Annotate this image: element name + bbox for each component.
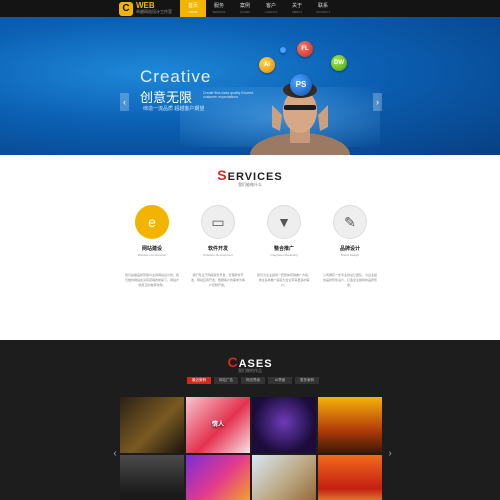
nav-item-about[interactable]: 关于 ABOUT [284, 0, 310, 17]
case-thumbnail[interactable]: 情人 [186, 397, 250, 453]
cases-grid: 情人 [120, 397, 384, 500]
service-item[interactable]: ✎ 品牌设计 Brand Design 公司拥有一支专业的设计团队，为企业提供品牌形象… [322, 205, 377, 288]
banner-prev-arrow-icon[interactable]: ‹ [120, 93, 129, 111]
nav-item-english: CASES [239, 9, 251, 14]
main-nav: 首页 HOME 服务 SERVICE 案例 CASES 客户 CLIENTS 关于 ABOUT 联系… [180, 0, 336, 17]
service-description: 我们为企业提供一套整体营销推广方案，通过多种推广渠道为企业带来更多的客户。 [256, 273, 311, 287]
cases-tab[interactable]: 网页界面 [241, 377, 265, 384]
cases-next-arrow-icon[interactable]: › [387, 448, 393, 460]
services-list: e 网站建设 Website Construction 我们是做品牌营销为主的网站设计… [124, 205, 377, 288]
services-section: SERVICES 我们能做什么 e 网站建设 Website Constructio… [0, 155, 500, 340]
nav-item-english: SERVICE [212, 9, 226, 14]
photoshop-bubble-icon: PS [290, 74, 312, 96]
logo-subtitle: 卓越网站设计工作室 [136, 8, 172, 14]
service-item[interactable]: ▼ 整合推广 Integrated Marketing 我们为企业提供一套整体营销推广… [256, 205, 311, 288]
nav-item-english: CONTACT [315, 9, 331, 14]
service-english-name: Integrated Marketing [270, 253, 298, 257]
nav-item-contact[interactable]: 联系 CONTACT [310, 0, 336, 17]
services-title: SERVICES [217, 167, 283, 183]
service-name: 整合推广 [273, 246, 294, 252]
dreamweaver-bubble-icon: DW [331, 55, 347, 71]
site-logo[interactable]: C WEB 卓越网站设计工作室 [119, 1, 172, 16]
ie-icon: e [135, 205, 169, 239]
nav-item-english: CLIENTS [264, 9, 278, 14]
nav-item-english: HOME [188, 9, 198, 14]
nav-item-english: ABOUT [291, 9, 303, 14]
nav-item-service[interactable]: 服务 SERVICE [206, 0, 232, 17]
service-description: 我们专注于网络软件开发，管理软件开发，网站应用开发，根据客户的需求为客户定制开发… [190, 273, 245, 287]
small-bubble [280, 47, 286, 53]
service-description: 公司拥有一支专业的设计团队，为企业提供品牌形象设计，打造企业独特的品牌形象。 [322, 273, 377, 287]
service-name: 品牌设计 [339, 246, 360, 252]
flash-bubble-icon: FL [297, 41, 313, 57]
monitor-icon: ▭ [201, 205, 235, 239]
tie-icon: ▼ [267, 205, 301, 239]
case-thumbnail[interactable] [120, 455, 184, 500]
case-thumbnail[interactable] [120, 397, 184, 453]
case-thumbnail[interactable] [252, 397, 316, 453]
cases-tabs: 最近案例 网站广告 网页界面 UI界面 更多案例 [187, 377, 319, 384]
cases-subtitle: 我们做的作品 [238, 368, 262, 373]
hero-title: Creative [140, 67, 212, 86]
nav-item-home[interactable]: 首页 HOME [180, 0, 206, 17]
case-thumbnail[interactable] [252, 455, 316, 500]
service-english-name: Software development [203, 253, 233, 257]
nav-item-cases[interactable]: 案例 CASES [232, 0, 258, 17]
case-thumbnail-label: 情人 [211, 422, 224, 428]
hero-tagline: 缔造一流品质 超越客户期望 [143, 106, 205, 112]
service-item[interactable]: ▭ 软件开发 Software development 我们专注于网络软件开发，管理软… [190, 205, 245, 288]
service-english-name: Brand Design [340, 253, 360, 257]
illustrator-bubble-icon: Ai [259, 57, 275, 73]
cases-tab[interactable]: 更多案例 [295, 377, 319, 384]
service-english-name: Website Construction [137, 253, 167, 257]
case-thumbnail[interactable] [318, 397, 382, 453]
logo-mark-icon: C [119, 1, 133, 16]
services-subtitle: 我们能做什么 [238, 182, 262, 187]
case-thumbnail[interactable] [186, 455, 250, 500]
service-name: 网站建设 [141, 246, 162, 252]
service-item[interactable]: e 网站建设 Website Construction 我们是做品牌营销为主的网站设计… [124, 205, 179, 288]
top-header: C WEB 卓越网站设计工作室 首页 HOME 服务 SERVICE 案例 CASES 客户… [0, 0, 500, 17]
case-thumbnail[interactable] [318, 455, 382, 500]
banner-next-arrow-icon[interactable]: › [373, 93, 382, 111]
person-icon: ✎ [333, 205, 367, 239]
cases-prev-arrow-icon[interactable]: ‹ [112, 448, 118, 460]
nav-item-clients[interactable]: 客户 CLIENTS [258, 0, 284, 17]
service-description: 我们是做品牌营销为主的网站设计的，我们做的网站在没有营销的前提下，网站才能真正的… [124, 273, 179, 287]
hero-banner: Creative 创意无限 Create first-class quality… [0, 17, 500, 155]
cases-tab[interactable]: UI界面 [268, 377, 292, 384]
cases-tab[interactable]: 网站广告 [214, 377, 238, 384]
cases-tab[interactable]: 最近案例 [187, 377, 211, 384]
service-name: 软件开发 [207, 246, 228, 252]
hero-title-cn: 创意无限 [140, 91, 193, 106]
cases-section: CASES 我们做的作品 最近案例 网站广告 网页界面 UI界面 更多案例 ‹ 情人 › [0, 340, 500, 500]
